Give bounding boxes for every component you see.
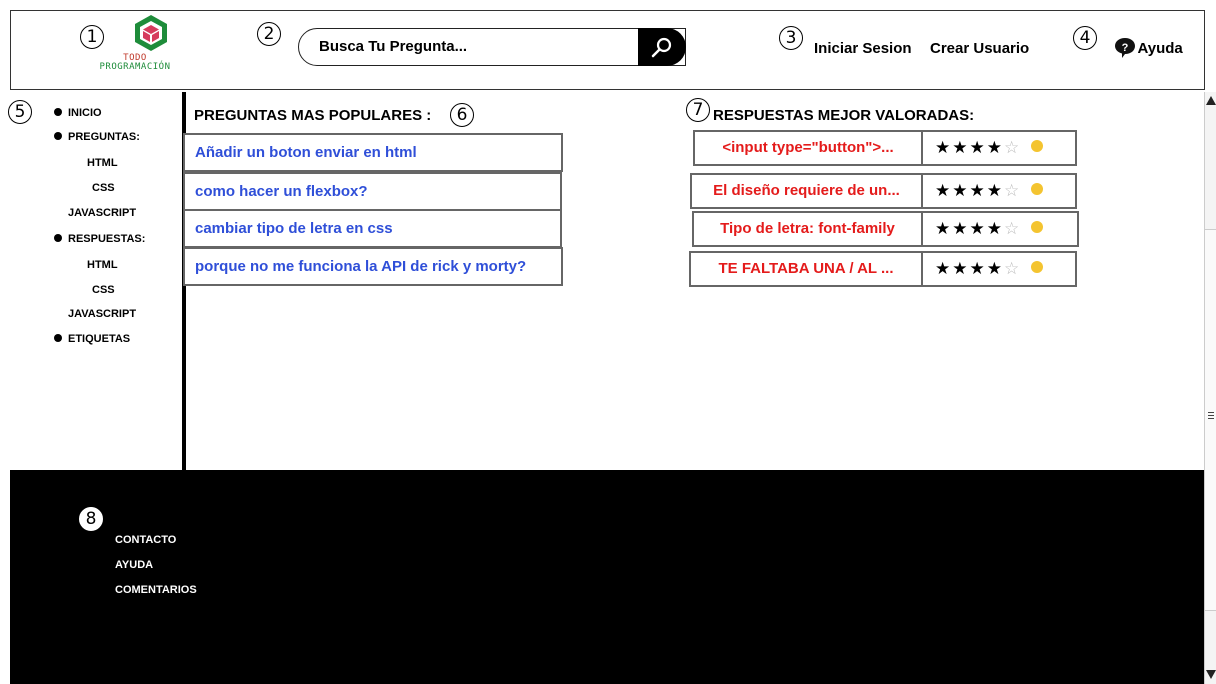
- top-answers-title: RESPUESTAS MEJOR VALORADAS:: [713, 107, 975, 124]
- footer-link-ayuda[interactable]: AYUDA: [115, 559, 153, 571]
- logo-line-2: PROGRAMACIÓN: [99, 62, 171, 72]
- help-link[interactable]: ? Ayuda: [1113, 37, 1183, 59]
- bullet-icon: [54, 234, 62, 243]
- bullet-icon: [54, 334, 62, 343]
- star-empty-icon: ☆: [1003, 219, 1022, 239]
- popular-questions-title: PREGUNTAS MAS POPULARES :: [194, 107, 432, 124]
- sidebar-item-label: ETIQUETAS: [68, 333, 131, 345]
- callout-1: 1: [80, 25, 104, 49]
- question-link[interactable]: como hacer un flexbox?: [183, 172, 562, 211]
- sidebar-subitem-preguntas-html[interactable]: HTML: [87, 157, 118, 169]
- sidebar-subitem-respuestas-css[interactable]: CSS: [92, 284, 115, 296]
- scroll-down-arrow-icon[interactable]: [1206, 670, 1216, 679]
- callout-2: 2: [257, 22, 281, 46]
- star-rating-icon: ★★★★: [935, 219, 1004, 239]
- search-bar: [298, 27, 686, 66]
- bullet-icon: [54, 108, 62, 117]
- answer-rating: ★★★★☆: [921, 173, 1077, 209]
- sidebar-item-label: INICIO: [68, 107, 102, 119]
- star-empty-icon: ☆: [1003, 138, 1022, 158]
- scroll-up-arrow-icon[interactable]: [1206, 96, 1216, 105]
- callout-4: 4: [1073, 26, 1097, 50]
- sidebar-item-inicio[interactable]: INICIO: [54, 107, 102, 119]
- smiley-icon: [1031, 183, 1044, 195]
- footer-link-contacto[interactable]: CONTACTO: [115, 534, 176, 546]
- answer-rating: ★★★★☆: [921, 251, 1077, 287]
- callout-6: 6: [450, 103, 474, 127]
- help-label: Ayuda: [1137, 39, 1183, 57]
- smiley-icon: [1031, 221, 1044, 233]
- callout-5: 5: [8, 100, 32, 124]
- answer-rating: ★★★★☆: [921, 130, 1077, 166]
- search-icon: [651, 37, 672, 57]
- star-rating-icon: ★★★★: [935, 181, 1004, 201]
- help-bubble-icon: ?: [1115, 38, 1135, 58]
- callout-7: 7: [686, 98, 710, 122]
- question-link[interactable]: Añadir un boton enviar en html: [183, 133, 563, 172]
- answer-text[interactable]: <input type="button">...: [693, 130, 923, 166]
- login-link[interactable]: Iniciar Sesion: [814, 40, 912, 57]
- search-button[interactable]: [638, 27, 686, 66]
- sidebar-item-etiquetas[interactable]: ETIQUETAS: [54, 333, 130, 345]
- smiley-icon: [1031, 140, 1044, 152]
- sidebar-item-preguntas[interactable]: PREGUNTAS:: [54, 131, 140, 143]
- footer: [10, 470, 1204, 684]
- answer-text[interactable]: TE FALTABA UNA / AL ...: [689, 251, 923, 287]
- sidebar-item-respuestas[interactable]: RESPUESTAS:: [54, 233, 145, 245]
- scroll-thumb[interactable]: [1205, 229, 1216, 611]
- logo-text: TODO PROGRAMACIÓN: [70, 54, 200, 72]
- footer-link-comentarios[interactable]: COMENTARIOS: [115, 584, 197, 596]
- logo-cube-icon: [135, 15, 167, 51]
- star-empty-icon: ☆: [1003, 259, 1022, 279]
- grip-icon: [1208, 412, 1214, 413]
- star-empty-icon: ☆: [1003, 181, 1022, 201]
- sidebar-subitem-preguntas-javascript[interactable]: JAVASCRIPT: [68, 207, 136, 219]
- logo[interactable]: [134, 14, 168, 57]
- smiley-icon: [1031, 261, 1044, 273]
- star-rating-icon: ★★★★: [935, 259, 1004, 279]
- sidebar-subitem-respuestas-javascript[interactable]: JAVASCRIPT: [68, 308, 136, 320]
- bullet-icon: [54, 132, 62, 141]
- sidebar-item-label: PREGUNTAS:: [68, 131, 140, 143]
- svg-text:?: ?: [1122, 42, 1129, 54]
- register-link[interactable]: Crear Usuario: [930, 40, 1029, 57]
- callout-3: 3: [779, 26, 803, 50]
- answer-rating: ★★★★☆: [921, 211, 1079, 247]
- scrollbar[interactable]: [1204, 92, 1216, 684]
- question-link[interactable]: porque no me funciona la API de rick y m…: [183, 247, 563, 286]
- star-rating-icon: ★★★★: [935, 138, 1004, 158]
- sidebar-subitem-preguntas-css[interactable]: CSS: [92, 182, 115, 194]
- search-input[interactable]: [319, 29, 629, 64]
- question-link[interactable]: cambiar tipo de letra en css: [183, 209, 562, 248]
- callout-8: 8: [79, 507, 103, 531]
- answer-text[interactable]: Tipo de letra: font-family: [692, 211, 923, 247]
- sidebar-subitem-respuestas-html[interactable]: HTML: [87, 259, 118, 271]
- answer-text[interactable]: El diseño requiere de un...: [690, 173, 923, 209]
- sidebar-item-label: RESPUESTAS:: [68, 233, 146, 245]
